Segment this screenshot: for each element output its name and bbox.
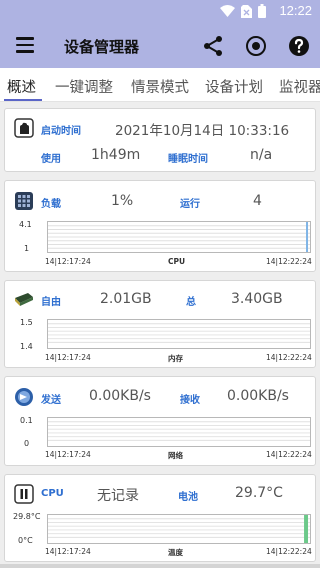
cpu-running-value: 4 [253, 193, 262, 209]
cpu-y-bottom: 1 [24, 244, 30, 253]
cpu-chip-icon [15, 192, 33, 210]
cpu-y-top: 4.1 [19, 220, 32, 229]
network-y-bottom: 0 [24, 439, 30, 448]
network-receive-value: 0.00KB/s [227, 388, 289, 404]
status-time: 12:22 [279, 3, 312, 18]
app-title: 设备管理器 [64, 38, 140, 56]
memory-chart [47, 319, 311, 349]
tab-monitor[interactable]: 监视器 [279, 76, 320, 97]
network-send-label: 发送 [41, 395, 61, 406]
temp-y-bottom: 0°C [18, 536, 33, 545]
temp-x-start: 14|12:17:24 [45, 547, 91, 556]
device-icon [14, 118, 34, 138]
help-icon[interactable] [287, 34, 311, 58]
boot-time-value: 2021年10月14日 10:33:16 [115, 123, 290, 139]
cpu-temp-value: 无记录 [97, 488, 139, 504]
cpu-chart [47, 221, 311, 253]
memory-y-top: 1.5 [20, 318, 33, 327]
uptime-card[interactable]: 启动时间 2021年10月14日 10:33:16 使用 1h49m 睡眠时间 … [4, 108, 316, 172]
bottom-edge [0, 564, 320, 568]
network-card[interactable]: 发送 0.00KB/s 接收 0.00KB/s 0.1 0 14|12:17:2… [4, 376, 316, 466]
memory-y-bottom: 1.4 [20, 342, 33, 351]
memory-x-end: 14|12:22:24 [266, 353, 312, 362]
network-chart [47, 417, 311, 447]
cpu-x-start: 14|12:17:24 [45, 257, 91, 266]
network-x-start: 14|12:17:24 [45, 450, 91, 459]
tab-overview[interactable]: 概述 [7, 76, 36, 97]
tab-indicator [4, 99, 42, 101]
usage-value: 1h49m [91, 147, 141, 163]
tab-bar: 概述 一键调整 情景模式 设备计划 监视器 [0, 68, 320, 102]
network-send-value: 0.00KB/s [89, 388, 151, 404]
cpu-temp-label: CPU [41, 488, 64, 499]
memory-x-start: 14|12:17:24 [45, 353, 91, 362]
temp-x-end: 14|12:22:24 [266, 547, 312, 556]
cpu-x-title: CPU [168, 257, 186, 266]
sleep-time-value: n/a [250, 147, 273, 163]
memory-total-value: 3.40GB [231, 291, 283, 307]
cpu-card[interactable]: 负载 1% 运行 4 4.1 1 14|12:17:24 CPU 14|12:2… [4, 180, 316, 272]
boot-time-label: 启动时间 [41, 126, 81, 137]
temperature-chart [47, 514, 311, 544]
tab-device-schedule[interactable]: 设备计划 [205, 76, 263, 97]
temp-y-top: 29.8°C [13, 512, 41, 521]
tab-one-click-tune[interactable]: 一键调整 [55, 76, 113, 97]
battery-icon [258, 4, 266, 18]
battery-temp-icon [14, 484, 34, 504]
share-icon[interactable] [201, 34, 225, 58]
battery-temp-label: 电池 [178, 492, 198, 503]
cpu-running-label: 运行 [180, 199, 200, 210]
cpu-x-end: 14|12:22:24 [266, 257, 312, 266]
memory-card[interactable]: 自由 2.01GB 总 3.40GB 1.5 1.4 14|12:17:24 内… [4, 280, 316, 368]
temp-x-title: 温度 [168, 548, 183, 557]
battery-temp-value: 29.7°C [235, 485, 283, 501]
network-y-top: 0.1 [20, 416, 33, 425]
usage-label: 使用 [41, 154, 61, 165]
wifi-icon [220, 5, 235, 17]
cpu-load-label: 负载 [41, 199, 61, 210]
sleep-time-label: 睡眠时间 [168, 154, 208, 165]
cpu-load-value: 1% [111, 193, 134, 209]
memory-total-label: 总 [186, 297, 196, 308]
memory-x-title: 内存 [168, 354, 183, 363]
network-globe-icon [15, 388, 33, 406]
memory-free-label: 自由 [41, 297, 61, 308]
status-bar: 12:22 [0, 0, 320, 24]
memory-free-value: 2.01GB [100, 291, 152, 307]
tab-scene-mode[interactable]: 情景模式 [131, 76, 189, 97]
status-icons [220, 4, 266, 18]
menu-icon[interactable] [16, 37, 34, 53]
temperature-card[interactable]: CPU 无记录 电池 29.7°C 29.8°C 0°C 14|12:17:24… [4, 474, 316, 562]
app-bar: 设备管理器 [0, 24, 320, 68]
network-x-title: 网络 [168, 451, 183, 460]
sim-off-icon [241, 4, 252, 18]
record-icon[interactable] [244, 34, 268, 58]
network-x-end: 14|12:22:24 [266, 450, 312, 459]
memory-module-icon [15, 293, 33, 306]
network-receive-label: 接收 [180, 395, 200, 406]
